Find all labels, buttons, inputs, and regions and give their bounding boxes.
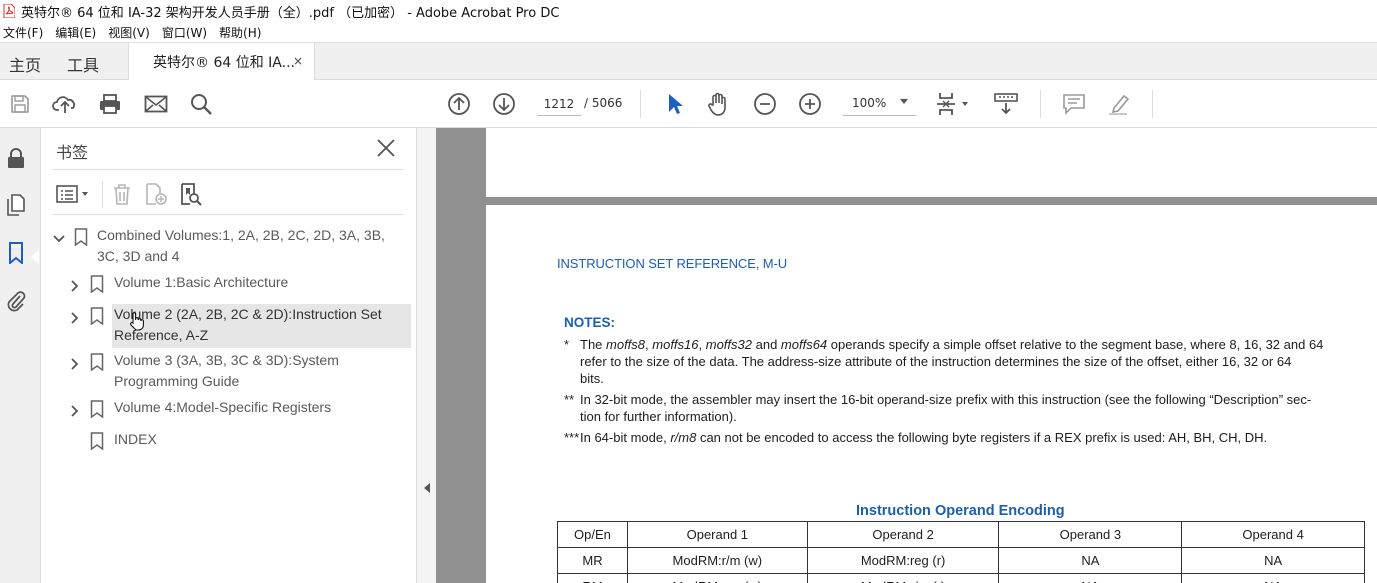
bookmark-label: INDEX (114, 431, 157, 447)
table-header-cell: Operand 4 (1181, 521, 1365, 548)
scroll-mode-icon[interactable] (993, 91, 1019, 117)
toolbar-divider (1040, 90, 1041, 118)
menu-view[interactable]: 视图(V) (105, 24, 157, 41)
chevron-right-icon[interactable] (69, 309, 81, 324)
page-thumbnails-icon[interactable] (5, 192, 27, 218)
toolbar-divider (1152, 90, 1153, 118)
encoding-table-title: Instruction Operand Encoding (856, 503, 1065, 519)
table-cell: MR (557, 547, 628, 574)
tab-document[interactable]: 英特尔® 64 位和 IA... × (128, 43, 315, 81)
cloud-upload-icon[interactable] (52, 91, 78, 117)
find-bookmark-icon[interactable] (178, 181, 204, 207)
chevron-right-icon[interactable] (69, 355, 81, 370)
hand-tool-icon[interactable] (706, 91, 732, 117)
chevron-down-icon (900, 99, 908, 104)
active-panel-marker (31, 250, 39, 264)
highlight-pen-icon[interactable] (1106, 91, 1132, 117)
bookmark-flag-icon (90, 400, 104, 419)
bookmark-label: Volume 3 (3A, 3B, 3C & 3D):System Program… (114, 352, 339, 389)
toolbar-divider (102, 181, 103, 207)
search-icon[interactable] (188, 91, 214, 117)
save-icon[interactable] (7, 91, 33, 117)
lock-icon[interactable] (5, 145, 27, 171)
previous-page-icon[interactable] (446, 91, 472, 117)
add-bookmark-icon[interactable] (143, 181, 169, 207)
tab-document-label: 英特尔® 64 位和 IA... (153, 55, 295, 71)
zoom-in-icon[interactable] (797, 91, 823, 117)
bookmark-label: Volume 1:Basic Architecture (114, 274, 289, 290)
chevron-down-icon[interactable] (53, 230, 65, 243)
next-page-icon[interactable] (491, 91, 517, 117)
bookmarks-panel: 书签 Combined Volumes:1, 2A, 2B, 2C, 2D, 3… (41, 128, 416, 583)
bookmark-flag-icon (74, 228, 88, 247)
acrobat-pdf-icon (3, 4, 15, 18)
table-cell: NA (1181, 547, 1365, 574)
menu-file[interactable]: 文件(F) (0, 24, 50, 41)
print-icon[interactable] (97, 91, 123, 117)
table-cell: ModRM:r/m (r) (806, 573, 1000, 583)
chevron-right-icon[interactable] (69, 402, 81, 417)
previous-page-bottom (486, 128, 1377, 197)
table-header-cell: Operand 3 (998, 521, 1183, 548)
table-row: MR ModRM:r/m (w) ModRM:reg (r) NA NA (557, 547, 1365, 574)
panel-splitter[interactable] (416, 128, 436, 583)
zoom-level-value: 100% (852, 96, 887, 110)
table-header-row: Op/En Operand 1 Operand 2 Operand 3 Oper… (557, 521, 1365, 548)
bookmark-flag-icon (90, 307, 104, 326)
table-header-cell: Operand 2 (806, 521, 1000, 548)
email-icon[interactable] (143, 91, 169, 117)
attachment-paperclip-icon[interactable] (5, 287, 27, 313)
tab-home[interactable]: 主页 (9, 52, 41, 76)
collapse-panel-icon[interactable] (424, 483, 430, 493)
pdf-page: INSTRUCTION SET REFERENCE, M-U NOTES: * … (486, 205, 1377, 583)
bookmark-flag-icon (90, 432, 104, 451)
table-header-cell: Operand 1 (626, 521, 808, 548)
tab-bar: 主页 工具 英特尔® 64 位和 IA... × (0, 42, 1377, 81)
navigation-rail (0, 128, 41, 583)
menu-window[interactable]: 窗口(W) (159, 24, 214, 41)
hand-cursor-icon (128, 311, 146, 335)
table-cell: NA (998, 547, 1183, 574)
menu-bar: 文件(F) 编辑(E) 视图(V) 窗口(W) 帮助(H) (0, 22, 1377, 42)
bookmark-flag-icon (90, 353, 104, 372)
table-cell: NA (998, 573, 1183, 583)
bookmarks-panel-title: 书签 (56, 143, 89, 162)
table-row: RM ModRM:reg (w) ModRM:r/m (r) NA NA (557, 573, 1365, 583)
chevron-right-icon[interactable] (69, 277, 81, 292)
select-cursor-icon[interactable] (661, 91, 687, 117)
zoom-level-dropdown[interactable]: 100% (843, 92, 916, 116)
toolbar-divider (640, 90, 641, 118)
table-cell: RM (557, 573, 628, 583)
table-cell: ModRM:reg (r) (806, 547, 1000, 574)
page-total: / 5066 (584, 96, 623, 110)
table-cell: NA (1181, 573, 1365, 583)
comment-icon[interactable] (1061, 91, 1087, 117)
menu-help[interactable]: 帮助(H) (216, 24, 268, 41)
table-cell: ModRM:reg (w) (626, 573, 808, 583)
page-running-header: INSTRUCTION SET REFERENCE, M-U (557, 256, 788, 271)
menu-edit[interactable]: 编辑(E) (52, 24, 103, 41)
panel-divider (53, 169, 403, 170)
bookmark-flag-icon (90, 275, 104, 294)
bookmark-icon[interactable] (5, 240, 27, 266)
tab-close-icon[interactable]: × (293, 54, 303, 68)
trash-icon[interactable] (109, 181, 135, 207)
bookmark-label: Volume 4:Model-Specific Registers (114, 399, 332, 415)
title-bar: 英特尔® 64 位和 IA-32 架构开发人员手册（全）.pdf （已加密） -… (0, 0, 1377, 22)
bookmark-options-icon[interactable] (55, 181, 91, 207)
bookmark-label: Combined Volumes:1, 2A, 2B, 2C, 2D, 3A, … (97, 227, 385, 264)
bookmarks-toolbar (53, 175, 403, 215)
main-toolbar: / 5066 100% (0, 80, 1377, 128)
table-header-cell: Op/En (557, 521, 628, 548)
page-number-input[interactable] (537, 92, 581, 116)
zoom-out-icon[interactable] (752, 91, 778, 117)
page-fit-icon[interactable] (935, 91, 971, 117)
table-cell: ModRM:r/m (w) (626, 547, 808, 574)
window-title: 英特尔® 64 位和 IA-32 架构开发人员手册（全）.pdf （已加密） -… (21, 5, 560, 21)
notes-heading: NOTES: (564, 315, 616, 330)
tab-tools[interactable]: 工具 (67, 52, 99, 76)
operand-encoding-table: Op/En Operand 1 Operand 2 Operand 3 Oper… (557, 521, 1365, 583)
bookmark-label: Volume 2 (2A, 2B, 2C & 2D):Instruction S… (114, 306, 382, 343)
close-icon[interactable] (376, 138, 396, 158)
